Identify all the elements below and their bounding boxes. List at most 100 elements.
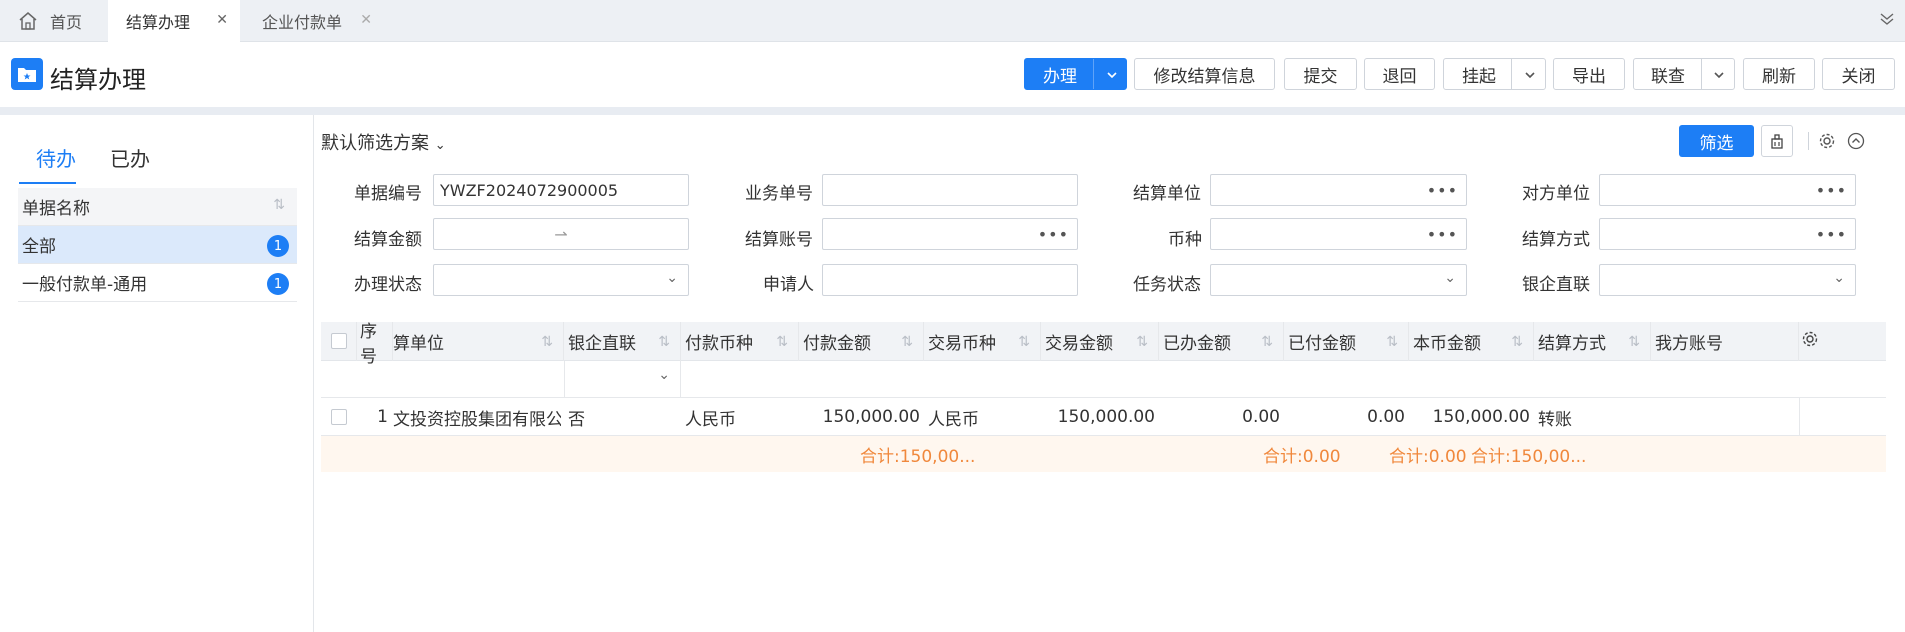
filter-button[interactable]: 筛选	[1679, 125, 1754, 157]
column-label: 算单位	[393, 334, 444, 354]
collapse-icon[interactable]	[1847, 132, 1865, 154]
refresh-button[interactable]: 刷新	[1743, 58, 1815, 90]
sort-icon[interactable]: ⇅	[1386, 334, 1398, 350]
tab-label: 首页	[50, 13, 83, 32]
currency-label: 币种	[1168, 230, 1202, 250]
list-item-all[interactable]: 全部 1	[18, 226, 297, 264]
clear-icon[interactable]	[1761, 125, 1793, 157]
column-header[interactable]: 付款币种 ⇅	[681, 322, 799, 361]
hold-button[interactable]: 挂起	[1443, 58, 1546, 90]
range-arrow-icon: ⇀	[554, 224, 568, 244]
page-header: 结算办理 办理 修改结算信息 提交 退回 挂起 导出 联查 刷新 关闭	[0, 42, 1905, 107]
column-label: 结算方式	[1538, 334, 1606, 354]
close-icon[interactable]: ✕	[216, 12, 228, 28]
bank-filter-select[interactable]: ⌄	[564, 361, 681, 397]
more-icon[interactable]: •••	[1816, 225, 1847, 244]
chevron-down-icon[interactable]	[1523, 67, 1537, 87]
column-settings-cell	[1799, 322, 1886, 361]
sort-icon[interactable]: ⇅	[1018, 334, 1030, 350]
chevron-down-icon[interactable]	[1712, 67, 1726, 87]
doc-no-input[interactable]: YWZF2024072900005	[433, 174, 689, 206]
grid-header: 序号 算单位 ⇅ 银企直联 ⇅ 付款币种 ⇅ 付款金额 ⇅ 交易币种 ⇅ 交易金额 ⇅ 已办…	[321, 322, 1886, 367]
column-header[interactable]: 结算方式 ⇅	[1534, 322, 1651, 361]
total-local-amount: 合计:150,00...	[1471, 446, 1587, 467]
applicant-input[interactable]	[822, 264, 1078, 296]
tab-home[interactable]: 首页	[0, 0, 104, 42]
column-label: 付款币种	[685, 334, 753, 354]
sort-icon[interactable]: ⇅	[1261, 334, 1273, 350]
list-item-general-payment[interactable]: 一般付款单-通用 1	[18, 264, 297, 302]
chevron-down-icon: ⌄	[666, 270, 678, 286]
column-header[interactable]: 算单位 ⇅	[393, 322, 564, 361]
return-button[interactable]: 退回	[1364, 58, 1435, 90]
column-label: 银企直联	[568, 334, 636, 354]
bank-cell: 否	[568, 409, 585, 430]
amount-range-input[interactable]: ⇀	[433, 218, 689, 250]
list-header-label: 单据名称	[22, 199, 90, 219]
tab-todo[interactable]: 待办	[36, 143, 76, 172]
counter-unit-input[interactable]: •••	[1599, 174, 1856, 206]
select-all-checkbox[interactable]	[331, 333, 347, 349]
sort-icon[interactable]: ⇅	[901, 334, 913, 350]
more-icon[interactable]: •••	[1816, 181, 1847, 200]
link-label: 联查	[1651, 66, 1685, 87]
column-header[interactable]: 已付金额 ⇅	[1284, 322, 1409, 361]
sort-icon[interactable]: ⇅	[273, 197, 285, 213]
export-button[interactable]: 导出	[1553, 58, 1625, 90]
account-input[interactable]: •••	[822, 218, 1078, 250]
sort-icon[interactable]: ⇅	[776, 334, 788, 350]
chevron-down-icon: ⌄	[658, 367, 670, 383]
tab-done[interactable]: 已办	[110, 143, 150, 172]
handle-button[interactable]: 办理	[1024, 58, 1127, 90]
list-item-label: 全部	[22, 237, 56, 257]
sort-icon[interactable]: ⇅	[541, 334, 553, 350]
chevron-down-icon: ⌄	[434, 138, 446, 153]
column-label: 交易金额	[1045, 334, 1113, 354]
active-tab-indicator	[19, 182, 76, 184]
modify-settlement-button[interactable]: 修改结算信息	[1134, 58, 1275, 90]
sort-icon[interactable]: ⇅	[1511, 334, 1523, 350]
total-pay-amount: 合计:150,00...	[860, 446, 976, 467]
column-header[interactable]: 银企直联 ⇅	[564, 322, 681, 361]
tab-settlement[interactable]: 结算办理 ✕	[108, 0, 240, 42]
sort-icon[interactable]: ⇅	[1628, 334, 1640, 350]
method-input[interactable]: •••	[1599, 218, 1856, 250]
method-label: 结算方式	[1522, 230, 1590, 250]
trade-currency-cell: 人民币	[928, 409, 979, 430]
table-row[interactable]: 1 文投资控股集团有限公司... 否 人民币 150,000.00 人民币 15…	[321, 398, 1886, 436]
bank-select[interactable]: ⌄	[1599, 264, 1856, 296]
settle-unit-label: 结算单位	[1133, 184, 1201, 204]
tab-enterprise-payment[interactable]: 企业付款单 ✕	[244, 0, 384, 42]
column-divider	[1799, 398, 1800, 436]
task-status-select[interactable]: ⌄	[1210, 264, 1467, 296]
sort-icon[interactable]: ⇅	[1136, 334, 1148, 350]
row-checkbox[interactable]	[331, 409, 347, 425]
column-header[interactable]: 本币金额 ⇅	[1409, 322, 1534, 361]
column-header[interactable]: 已办金额 ⇅	[1159, 322, 1284, 361]
biz-no-input[interactable]	[822, 174, 1078, 206]
more-icon[interactable]: •••	[1427, 181, 1458, 200]
tab-label: 企业付款单	[262, 13, 343, 32]
column-header[interactable]: 付款金额 ⇅	[799, 322, 924, 361]
select-all-cell	[321, 322, 357, 361]
gear-icon[interactable]	[1801, 330, 1819, 353]
totals-row: 合计:150,00... 合计:0.00 合计:0.00 合计:150,00..…	[321, 436, 1886, 472]
status-select[interactable]: ⌄	[433, 264, 689, 296]
submit-button[interactable]: 提交	[1284, 58, 1357, 90]
settle-unit-input[interactable]: •••	[1210, 174, 1467, 206]
more-icon[interactable]: •••	[1038, 225, 1069, 244]
column-header[interactable]: 交易金额 ⇅	[1041, 322, 1159, 361]
applicant-label: 申请人	[763, 275, 814, 295]
more-icon[interactable]: •••	[1427, 225, 1458, 244]
sort-icon[interactable]: ⇅	[658, 334, 670, 350]
currency-input[interactable]: •••	[1210, 218, 1467, 250]
filter-scheme-select[interactable]: 默认筛选方案 ⌄	[321, 129, 446, 155]
close-icon[interactable]: ✕	[360, 12, 372, 28]
gear-icon[interactable]	[1818, 132, 1836, 154]
close-button[interactable]: 关闭	[1822, 58, 1895, 90]
chevron-down-icon[interactable]	[1105, 67, 1119, 87]
column-header[interactable]: 交易币种 ⇅	[924, 322, 1041, 361]
link-query-button[interactable]: 联查	[1633, 58, 1735, 90]
chevron-down-icon: ⌄	[1833, 270, 1845, 286]
chevron-down-icon[interactable]	[1879, 10, 1895, 30]
